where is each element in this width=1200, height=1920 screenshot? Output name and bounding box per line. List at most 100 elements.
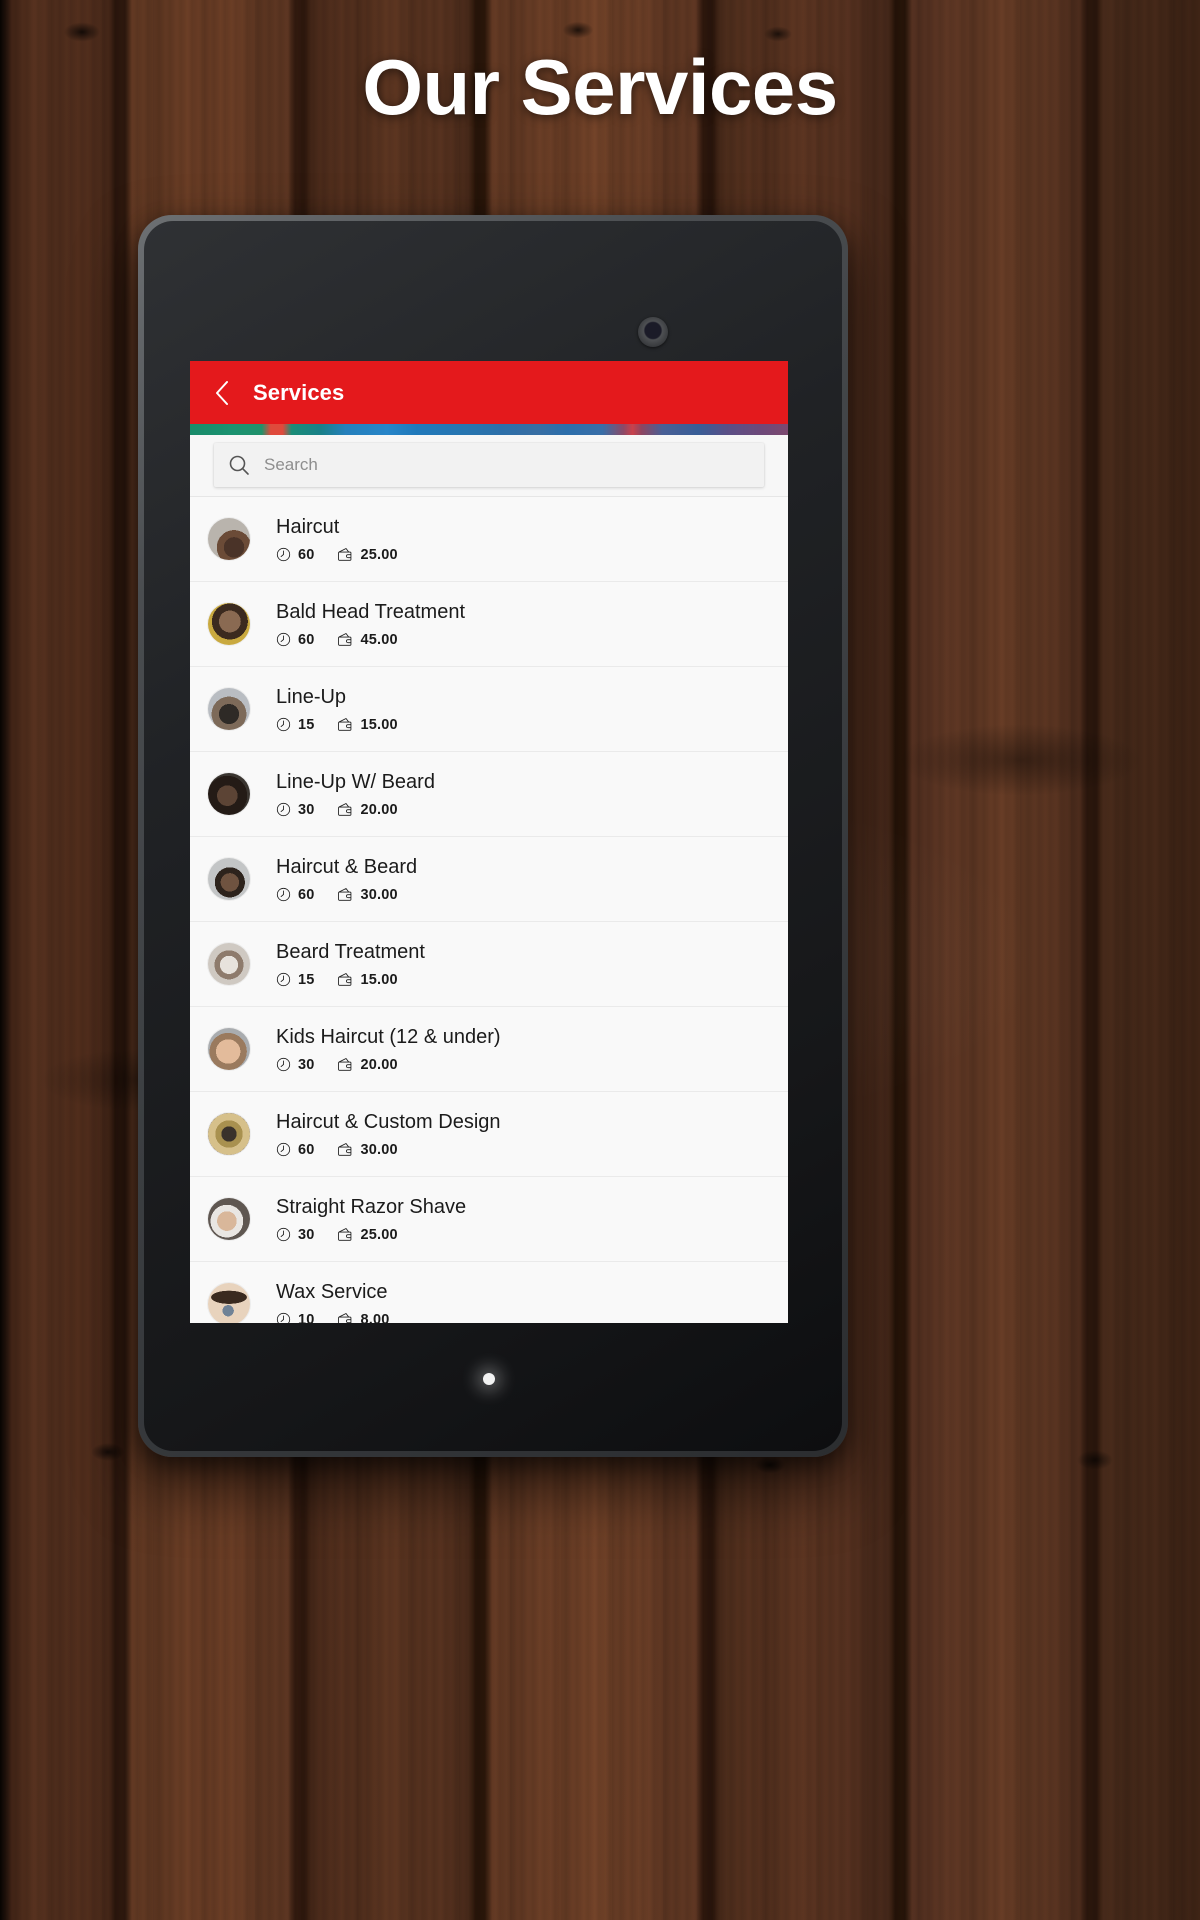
service-price: 20.00 — [337, 802, 398, 818]
service-duration-value: 60 — [298, 631, 315, 648]
search-section — [190, 435, 788, 487]
table-row[interactable]: Wax Service 10 8.00 — [190, 1261, 788, 1323]
clock-icon — [276, 1312, 291, 1323]
service-meta: 60 — [276, 887, 417, 903]
service-duration: 60 — [276, 1142, 315, 1158]
service-photo-haircut — [208, 518, 250, 560]
service-text: Haircut & Beard 60 30.00 — [276, 856, 417, 903]
app-bar-title: Services — [253, 379, 345, 405]
service-text: Bald Head Treatment 60 45.00 — [276, 601, 465, 648]
service-meta: 60 — [276, 632, 465, 648]
service-list: Haircut 60 25.00 Bald Head Treatment 60 … — [190, 496, 788, 1323]
service-meta: 30 — [276, 1057, 501, 1073]
service-meta: 60 — [276, 1142, 501, 1158]
service-name: Line-Up — [276, 685, 347, 708]
service-text: Line-Up 15 15.00 — [276, 686, 398, 733]
service-photo-beard-treatment — [208, 943, 250, 985]
service-photo-line-up — [208, 688, 250, 730]
service-duration-value: 30 — [298, 1226, 315, 1243]
service-duration-value: 60 — [298, 886, 315, 903]
table-row[interactable]: Beard Treatment 15 15.00 — [190, 921, 788, 1006]
service-name: Beard Treatment — [276, 940, 425, 963]
table-row[interactable]: Haircut & Custom Design 60 30.00 — [190, 1091, 788, 1176]
service-name: Wax Service — [276, 1280, 388, 1303]
service-duration: 60 — [276, 632, 315, 648]
search-box[interactable] — [214, 443, 764, 487]
service-price-value: 8.00 — [360, 1311, 390, 1324]
table-row[interactable]: Bald Head Treatment 60 45.00 — [190, 581, 788, 666]
service-text: Wax Service 10 8.00 — [276, 1280, 390, 1324]
service-price-value: 25.00 — [360, 1226, 398, 1243]
service-duration: 15 — [276, 717, 315, 733]
chevron-left-icon[interactable] — [210, 379, 234, 407]
table-row[interactable]: Line-Up 15 15.00 — [190, 666, 788, 751]
service-duration: 60 — [276, 547, 315, 563]
service-text: Haircut 60 25.00 — [276, 516, 398, 563]
wallet-icon — [337, 1057, 354, 1072]
service-meta: 30 — [276, 802, 435, 818]
wallet-icon — [337, 887, 354, 902]
wallet-icon — [337, 547, 354, 562]
service-duration: 30 — [276, 802, 315, 818]
clock-icon — [276, 972, 291, 987]
service-name: Line-Up W/ Beard — [276, 770, 435, 793]
service-duration-value: 60 — [298, 546, 315, 563]
wallet-icon — [337, 1142, 354, 1157]
service-price-value: 15.00 — [360, 971, 398, 988]
service-price: 30.00 — [337, 887, 398, 903]
service-photo-bald-head-treatment — [208, 603, 250, 645]
service-name: Kids Haircut (12 & under) — [276, 1025, 501, 1048]
service-price: 25.00 — [337, 547, 398, 563]
service-duration-value: 15 — [298, 971, 315, 988]
camera-lens-icon — [638, 317, 668, 347]
service-duration: 30 — [276, 1057, 315, 1073]
tablet-bezel: Services Search Haircut 60 25.00 Bald He… — [144, 221, 842, 1451]
wallet-icon — [337, 717, 354, 732]
service-name: Haircut — [276, 515, 340, 538]
service-name: Bald Head Treatment — [276, 600, 465, 623]
service-duration-value: 15 — [298, 716, 315, 733]
clock-icon — [276, 547, 291, 562]
service-price-value: 15.00 — [360, 716, 398, 733]
service-duration: 60 — [276, 887, 315, 903]
service-price: 20.00 — [337, 1057, 398, 1073]
service-meta: 15 15.00 — [276, 717, 398, 733]
service-photo-razor-shave — [208, 1198, 250, 1240]
service-price-value: 20.00 — [360, 1056, 398, 1073]
service-duration: 10 — [276, 1312, 315, 1323]
service-photo-line-up-w-beard — [208, 773, 250, 815]
screenshot-root: Our Services Services Search Haircut 60 … — [0, 0, 1200, 1920]
clock-icon — [276, 1142, 291, 1157]
wallet-icon — [337, 1312, 354, 1323]
table-row[interactable]: Line-Up W/ Beard 30 20.00 — [190, 751, 788, 836]
table-row[interactable]: Haircut & Beard 60 30.00 — [190, 836, 788, 921]
app-screen: Services Search Haircut 60 25.00 Bald He… — [190, 361, 788, 1323]
search-input[interactable] — [264, 455, 750, 475]
page-title: Our Services — [362, 43, 838, 131]
table-row[interactable]: Straight Razor Shave 30 25.00 — [190, 1176, 788, 1261]
service-photo-custom-design — [208, 1113, 250, 1155]
tablet-device: Services Search Haircut 60 25.00 Bald He… — [138, 215, 848, 1457]
service-price: 15.00 — [337, 717, 398, 733]
service-meta: 10 8.00 — [276, 1311, 390, 1324]
service-price-value: 30.00 — [360, 1141, 398, 1158]
service-meta: 30 — [276, 1227, 466, 1243]
service-duration: 15 — [276, 972, 315, 988]
service-photo-wax-service — [208, 1283, 250, 1323]
table-row[interactable]: Haircut 60 25.00 — [190, 496, 788, 581]
service-duration-value: 30 — [298, 801, 315, 818]
service-price: 25.00 — [337, 1227, 398, 1243]
table-row[interactable]: Kids Haircut (12 & under) 30 20.00 — [190, 1006, 788, 1091]
clock-icon — [276, 1057, 291, 1072]
service-text: Line-Up W/ Beard 30 20.00 — [276, 771, 435, 818]
search-icon — [228, 454, 250, 476]
service-price-value: 25.00 — [360, 546, 398, 563]
service-duration-value: 60 — [298, 1141, 315, 1158]
service-text: Beard Treatment 15 15.00 — [276, 941, 425, 988]
header-photo-strip — [190, 424, 788, 435]
service-price-value: 30.00 — [360, 886, 398, 903]
service-text: Kids Haircut (12 & under) 30 20.00 — [276, 1026, 501, 1073]
service-price-value: 20.00 — [360, 801, 398, 818]
service-text: Haircut & Custom Design 60 30.00 — [276, 1111, 501, 1158]
service-photo-kids-haircut — [208, 1028, 250, 1070]
